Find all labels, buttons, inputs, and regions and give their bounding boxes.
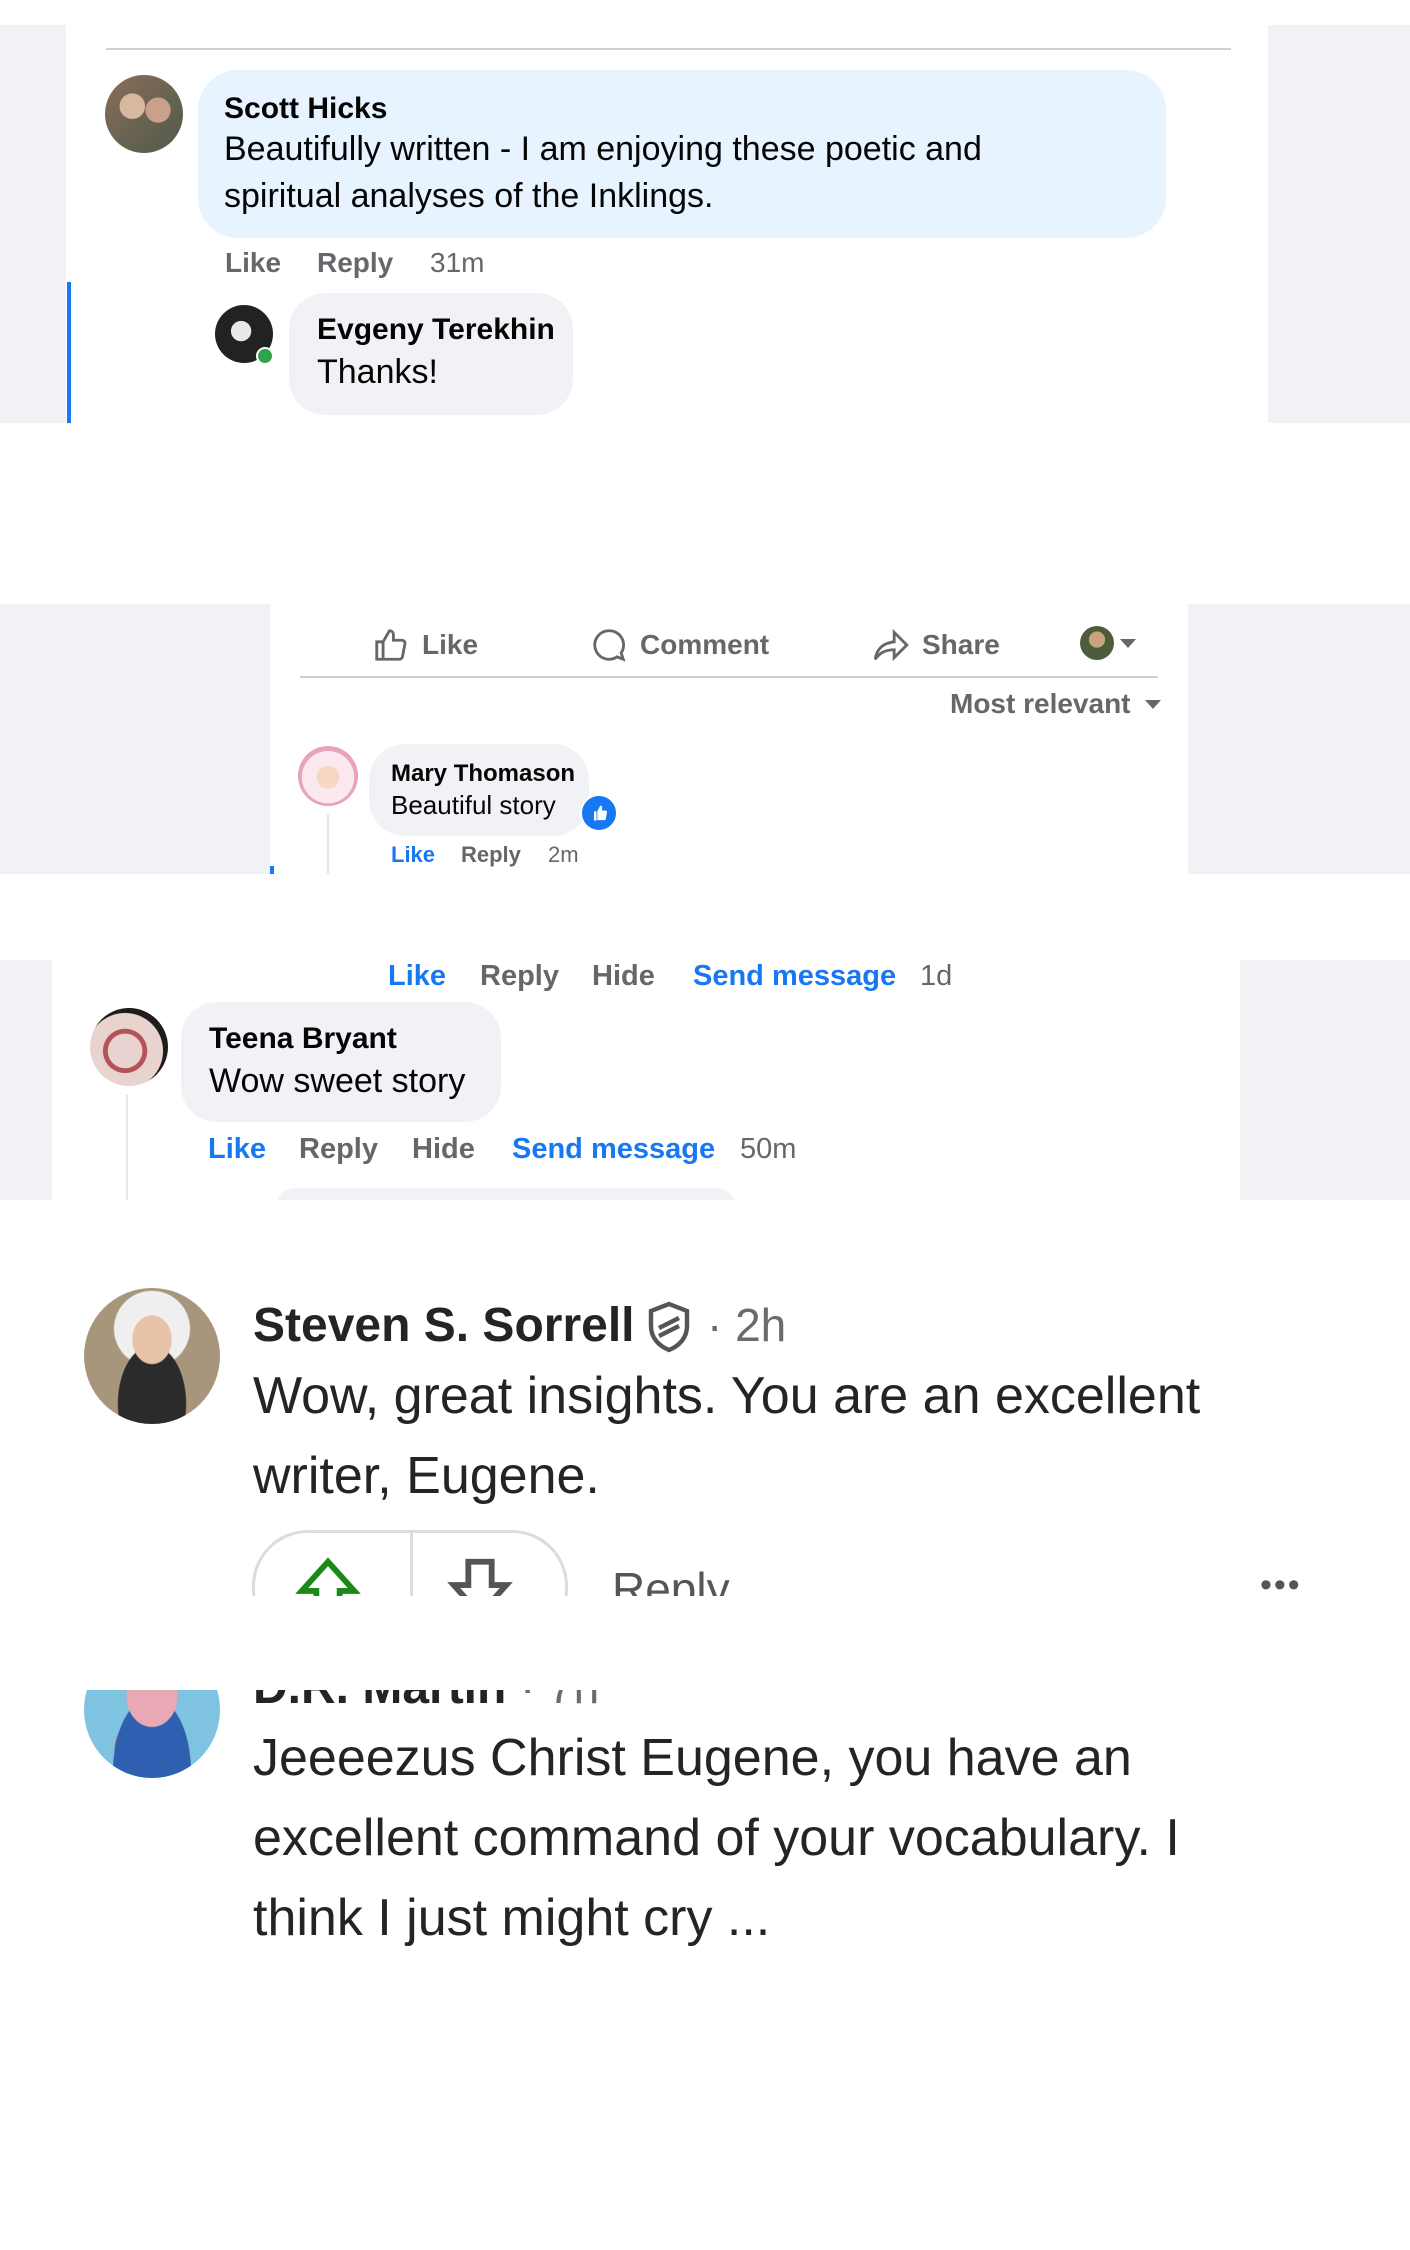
divider	[300, 676, 1158, 678]
share-button[interactable]: Share	[872, 620, 1000, 670]
reply-link[interactable]: Reply	[461, 842, 521, 868]
comment-time[interactable]: · 2h	[707, 1298, 786, 1352]
comment-text: excellent command of your vocabulary. I	[253, 1809, 1180, 1867]
reply-text: Thanks!	[317, 353, 438, 391]
comment-time[interactable]: 31m	[430, 247, 484, 279]
avatar[interactable]	[105, 75, 183, 153]
comment-author[interactable]: Mary Thomason	[391, 760, 575, 788]
chevron-down-icon	[1144, 699, 1161, 709]
comment-text: Wow, great insights. You are an excellen…	[253, 1367, 1201, 1425]
like-link[interactable]: Like	[225, 247, 281, 279]
comment-text: think I just might cry ...	[253, 1889, 771, 1947]
like-label: Like	[422, 629, 479, 660]
thumbs-up-icon	[375, 629, 407, 661]
comment-author[interactable]: Steven S. Sorrell	[253, 1298, 635, 1353]
comment-label: Comment	[640, 629, 770, 660]
send-message-link[interactable]: Send message	[512, 1133, 715, 1166]
comment-button[interactable]: Comment	[590, 620, 769, 670]
comment-time[interactable]: · 7h	[520, 1690, 599, 1714]
right-gutter	[1188, 604, 1410, 874]
right-gutter	[1268, 25, 1410, 423]
hide-link[interactable]: Hide	[412, 1133, 475, 1166]
comment-time[interactable]: 50m	[740, 1133, 796, 1166]
next-comment-bubble	[276, 1188, 736, 1200]
comment-text: Beautifully written - I am enjoying thes…	[224, 130, 982, 168]
send-message-link[interactable]: Send message	[693, 960, 896, 993]
reply-link[interactable]: Reply	[317, 247, 393, 279]
avatar[interactable]	[298, 746, 358, 806]
comment-panel-3: Like Reply Hide Send message 1d Teena Br…	[0, 960, 1410, 1200]
comment-text: Jeeeezus Christ Eugene, you have an	[253, 1729, 1132, 1787]
online-status-dot	[256, 347, 274, 365]
share-label: Share	[922, 629, 1000, 660]
comment-panel-1: Scott Hicks Beautifully written - I am e…	[0, 25, 1410, 423]
reply-link[interactable]: Reply	[299, 1133, 378, 1166]
chevron-down-icon	[1120, 638, 1136, 648]
comment-bubble: Mary Thomason Beautiful story	[369, 744, 589, 836]
comment-bubble: Scott Hicks Beautifully written - I am e…	[198, 70, 1166, 238]
comment-text: Wow sweet story	[209, 1062, 466, 1100]
like-link[interactable]: Like	[388, 960, 446, 993]
reply-button[interactable]: Reply	[612, 1562, 730, 1596]
comment-text: writer, Eugene.	[253, 1447, 600, 1505]
vote-control	[252, 1530, 568, 1596]
reply-author[interactable]: Evgeny Terekhin	[317, 313, 555, 347]
like-button[interactable]: Like	[372, 620, 478, 670]
comment-bubble: Teena Bryant Wow sweet story	[181, 1002, 501, 1122]
comment-time[interactable]: 2m	[548, 842, 579, 868]
thread-line	[126, 1095, 128, 1200]
sort-label: Most relevant	[950, 688, 1131, 719]
reply-bubble: Evgeny Terekhin Thanks!	[289, 293, 573, 415]
thread-divider	[106, 48, 1231, 50]
reply-link[interactable]: Reply	[480, 960, 559, 993]
like-link[interactable]: Like	[391, 842, 435, 868]
left-gutter	[0, 604, 270, 874]
profile-selector[interactable]	[1080, 626, 1136, 660]
thumbs-up-icon	[594, 805, 608, 821]
comment-author[interactable]: Scott Hicks	[224, 92, 387, 126]
right-gutter	[1240, 960, 1410, 1200]
hide-link[interactable]: Hide	[592, 960, 655, 993]
comment-icon	[593, 629, 626, 662]
vote-divider	[410, 1533, 413, 1596]
shield-icon	[645, 1300, 693, 1359]
more-options-icon[interactable]: •••	[1260, 1566, 1302, 1596]
comment-panel-5: D.R. Martin · 7h Jeeeezus Christ Eugene,…	[0, 1690, 1410, 2020]
comment-text: spiritual analyses of the Inklings.	[224, 177, 714, 215]
share-icon	[873, 628, 909, 662]
thread-line	[67, 282, 71, 423]
like-link[interactable]: Like	[208, 1133, 266, 1166]
like-reaction-badge[interactable]	[580, 794, 618, 832]
comment-panel-4: Steven S. Sorrell · 2h Wow, great insigh…	[0, 1270, 1410, 1596]
downvote-icon	[447, 1558, 513, 1596]
sort-dropdown[interactable]: Most relevant	[950, 688, 1161, 720]
comment-panel-2: Like Comment Share Most relevant Mary Th…	[0, 604, 1410, 874]
avatar[interactable]	[90, 1008, 168, 1086]
avatar[interactable]	[84, 1690, 220, 1778]
upvote-button[interactable]	[293, 1553, 363, 1596]
comment-author[interactable]: Teena Bryant	[209, 1022, 397, 1056]
avatar[interactable]	[84, 1288, 220, 1424]
comment-author[interactable]: D.R. Martin	[253, 1690, 506, 1715]
thread-line	[327, 814, 329, 874]
left-gutter	[0, 960, 52, 1200]
upvote-icon	[295, 1557, 361, 1596]
comment-text: Beautiful story	[391, 790, 556, 820]
avatar	[1080, 626, 1114, 660]
downvote-button[interactable]	[445, 1553, 515, 1596]
thread-line	[270, 866, 274, 874]
comment-time[interactable]: 1d	[920, 960, 952, 993]
left-gutter	[0, 25, 66, 423]
